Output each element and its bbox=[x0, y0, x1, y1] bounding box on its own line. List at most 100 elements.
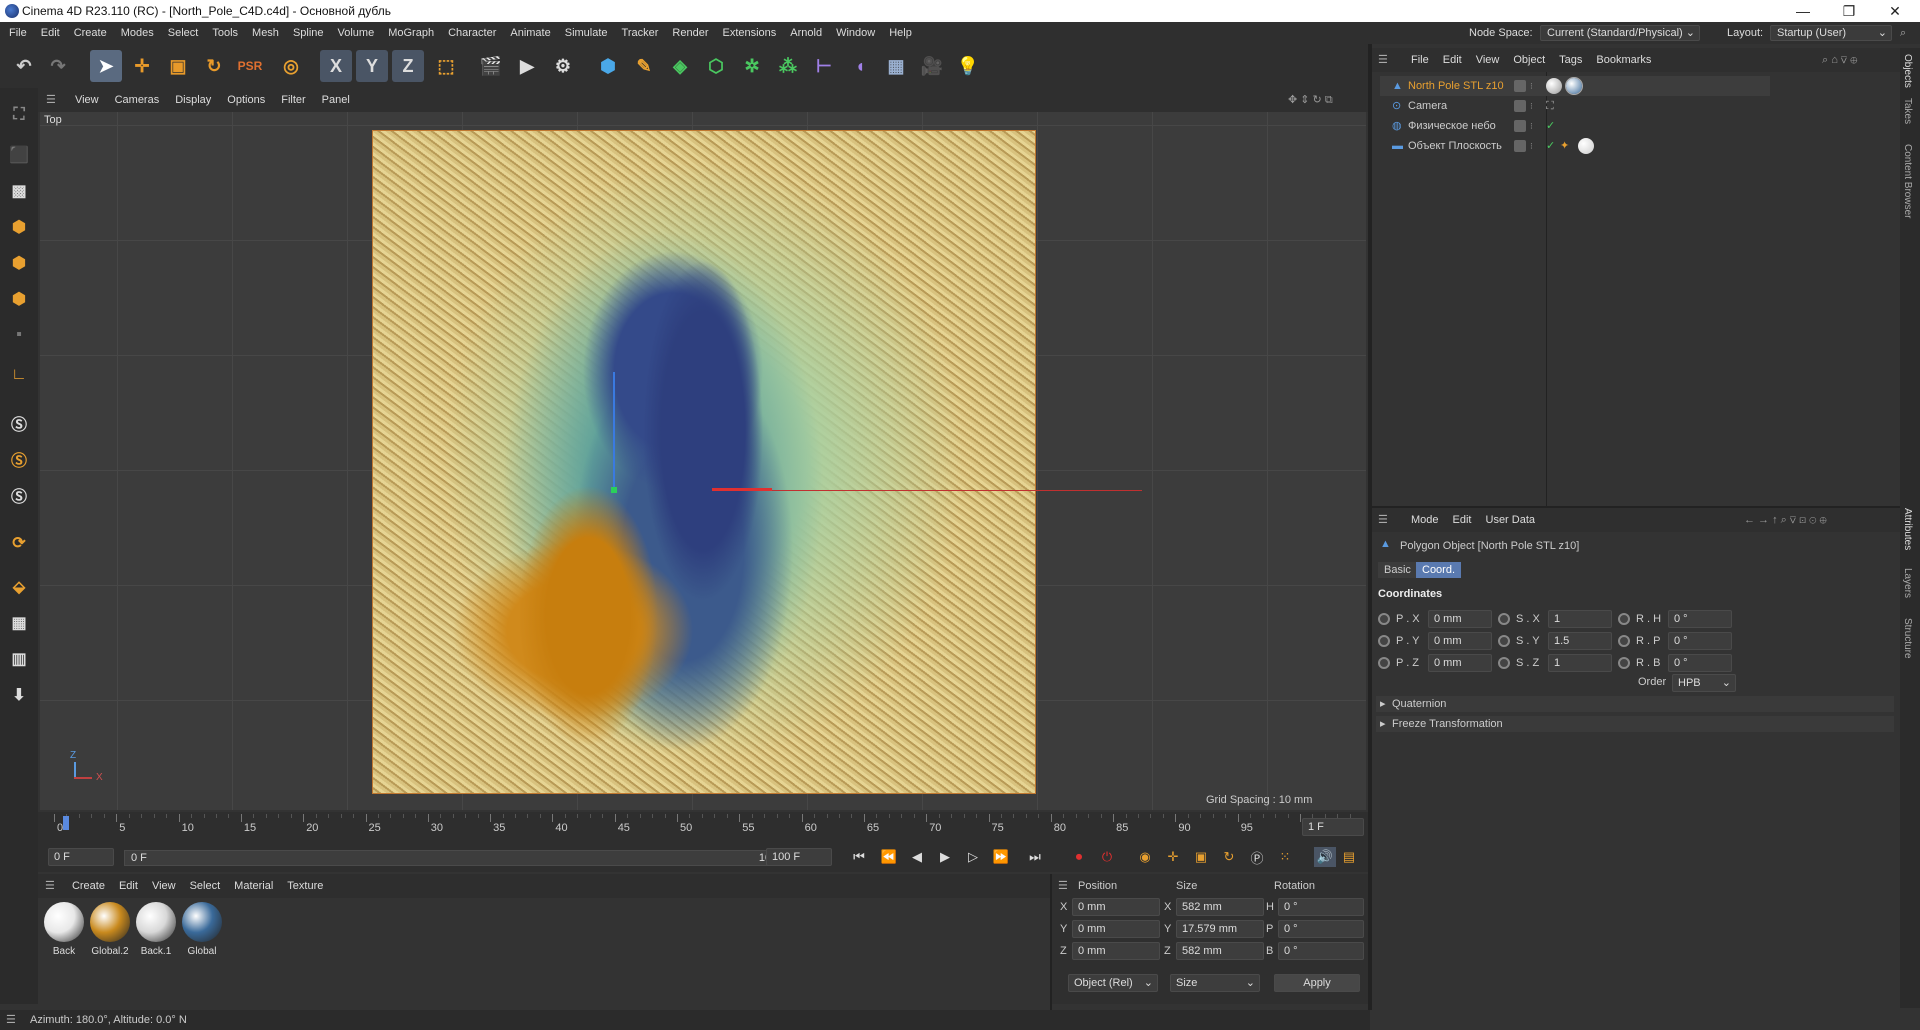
record-active-objects-icon[interactable]: ⏺ bbox=[1068, 847, 1090, 867]
extrude-icon[interactable]: ⬡ bbox=[700, 50, 732, 82]
minimize-button[interactable]: — bbox=[1780, 0, 1826, 22]
workplane-snap-icon[interactable]: Ⓢ bbox=[4, 480, 34, 510]
record-position-icon[interactable]: ✛ bbox=[1162, 847, 1184, 867]
coordinate-value-field[interactable]: 0 ° bbox=[1668, 610, 1732, 628]
animation-keyframe-radio[interactable] bbox=[1498, 613, 1510, 625]
maximize-button[interactable]: ❐ bbox=[1826, 0, 1872, 22]
next-key-icon[interactable]: ⏩ bbox=[990, 847, 1012, 867]
hamburger-icon[interactable]: ☰ bbox=[38, 874, 62, 898]
visibility-dots-icon[interactable]: ⁝ bbox=[1530, 76, 1533, 96]
coordinate-value-field[interactable]: 1 bbox=[1548, 610, 1612, 628]
visibility-dots-icon[interactable]: ⁝ bbox=[1530, 136, 1533, 156]
timeline-ruler[interactable]: 0510152025303540455055606570758085909510… bbox=[38, 812, 1368, 842]
coordinate-value-field[interactable]: 0 ° bbox=[1668, 632, 1732, 650]
north-pole-terrain-mesh[interactable] bbox=[372, 130, 1036, 794]
hamburger-icon[interactable]: ☰ bbox=[6, 1010, 16, 1030]
undo-icon[interactable]: ↶ bbox=[8, 50, 40, 82]
object-menu-object[interactable]: Object bbox=[1506, 48, 1552, 72]
material-tag-icon[interactable] bbox=[1546, 78, 1562, 94]
menu-file[interactable]: File bbox=[2, 22, 34, 44]
move-icon[interactable]: ✛ bbox=[126, 50, 158, 82]
menu-tools[interactable]: Tools bbox=[205, 22, 245, 44]
autokeying-icon[interactable]: ⏻ bbox=[1096, 847, 1118, 867]
size-field[interactable]: 17.579 mm bbox=[1176, 920, 1264, 938]
visibility-dots-icon[interactable]: ⁝ bbox=[1530, 96, 1533, 116]
edit-flag-icon[interactable] bbox=[1514, 80, 1526, 92]
object-menu-tags[interactable]: Tags bbox=[1552, 48, 1589, 72]
render-view-icon[interactable]: 🎬 bbox=[475, 50, 507, 82]
animation-keyframe-radio[interactable] bbox=[1618, 657, 1630, 669]
timeline-window-icon[interactable]: ▤ bbox=[1338, 847, 1360, 867]
viewport-navigation-icons[interactable]: ✥ ⇕ ↻ ⧉ bbox=[1288, 88, 1333, 112]
hamburger-icon[interactable]: ☰ bbox=[1058, 879, 1068, 892]
menu-window[interactable]: Window bbox=[829, 22, 882, 44]
locked-workplane-icon[interactable]: ▥ bbox=[4, 644, 34, 674]
material-menu-edit[interactable]: Edit bbox=[112, 874, 145, 898]
object-name[interactable]: Физическое небо bbox=[1408, 116, 1496, 136]
edit-flag-icon[interactable] bbox=[1514, 100, 1526, 112]
keyframe-selection-icon[interactable]: ◉ bbox=[1134, 847, 1156, 867]
tweak-mode-icon[interactable]: ⟳ bbox=[4, 528, 34, 558]
uv-mode-icon[interactable]: ▪ bbox=[4, 320, 34, 350]
object-row[interactable]: ▲ North Pole STL z10 ⁝ bbox=[1380, 76, 1770, 96]
edges-mode-icon[interactable]: ⬢ bbox=[4, 248, 34, 278]
object-menu-file[interactable]: File bbox=[1404, 48, 1436, 72]
texture-mode-icon[interactable]: ▩ bbox=[4, 176, 34, 206]
attribute-menu-edit[interactable]: Edit bbox=[1446, 508, 1479, 532]
previous-frame-icon[interactable]: ◀ bbox=[906, 847, 928, 867]
menu-simulate[interactable]: Simulate bbox=[558, 22, 615, 44]
floor-icon[interactable]: ▦ bbox=[880, 50, 912, 82]
size-mode-select[interactable]: Size ⌄ bbox=[1170, 974, 1260, 992]
right-tab-content-browser[interactable]: Content Browser bbox=[1902, 144, 1913, 218]
rotation-order-select[interactable]: HPB ⌄ bbox=[1672, 674, 1736, 692]
go-to-end-icon[interactable]: ⏭ bbox=[1024, 847, 1046, 867]
menu-modes[interactable]: Modes bbox=[114, 22, 161, 44]
scale-icon[interactable]: ▣ bbox=[162, 50, 194, 82]
node-space-select[interactable]: Current (Standard/Physical) ⌄ bbox=[1540, 25, 1700, 41]
coordinate-value-field[interactable]: 0 mm bbox=[1428, 654, 1492, 672]
points-mode-icon[interactable]: ⬢ bbox=[4, 212, 34, 242]
menu-arnold[interactable]: Arnold bbox=[783, 22, 829, 44]
menu-spline[interactable]: Spline bbox=[286, 22, 331, 44]
axis-mode-icon[interactable]: ∟ bbox=[4, 360, 34, 390]
material-menu-select[interactable]: Select bbox=[183, 874, 228, 898]
frame-range-slider[interactable]: 0 F 100 F bbox=[124, 850, 794, 866]
record-scale-icon[interactable]: ▣ bbox=[1190, 847, 1212, 867]
layout-select[interactable]: Startup (User) ⌄ bbox=[1770, 25, 1892, 41]
viewport-menu-view[interactable]: View bbox=[67, 88, 107, 112]
object-manager-tool-icons[interactable]: ⌕ ⌂ ⊽ ⊕ bbox=[1822, 48, 1857, 72]
current-frame-field[interactable]: 1 F bbox=[1302, 818, 1364, 836]
polygons-mode-icon[interactable]: ⬢ bbox=[4, 284, 34, 314]
cloner-icon[interactable]: ✲ bbox=[736, 50, 768, 82]
viewport-menu-cameras[interactable]: Cameras bbox=[107, 88, 168, 112]
start-frame-field[interactable]: 0 F bbox=[48, 848, 114, 866]
tab-basic[interactable]: Basic bbox=[1378, 562, 1417, 578]
position-field[interactable]: 0 mm bbox=[1072, 920, 1160, 938]
y-axis-lock-button[interactable]: Y bbox=[356, 50, 388, 82]
material-menu-view[interactable]: View bbox=[145, 874, 183, 898]
right-tab-takes[interactable]: Takes bbox=[1902, 98, 1913, 124]
previous-key-icon[interactable]: ⏪ bbox=[878, 847, 900, 867]
object-origin-handle[interactable] bbox=[611, 487, 617, 493]
hamburger-icon[interactable]: ☰ bbox=[38, 88, 64, 112]
solo-icon[interactable]: ⬇ bbox=[4, 680, 34, 710]
material-tag-icon[interactable] bbox=[1565, 77, 1583, 95]
light-icon[interactable]: 💡 bbox=[952, 50, 984, 82]
next-frame-icon[interactable]: ▷ bbox=[962, 847, 984, 867]
viewport-menu-panel[interactable]: Panel bbox=[314, 88, 358, 112]
object-row[interactable]: ▬ Объект Плоскость ⁝ ✓ ✦ bbox=[1380, 136, 1770, 156]
animation-keyframe-radio[interactable] bbox=[1378, 657, 1390, 669]
mograph-icon[interactable]: ⁂ bbox=[772, 50, 804, 82]
end-frame-field[interactable]: 100 F bbox=[766, 848, 832, 866]
check-icon[interactable]: ✓ bbox=[1546, 136, 1555, 156]
right-tab-structure[interactable]: Structure bbox=[1902, 618, 1913, 659]
menu-mesh[interactable]: Mesh bbox=[245, 22, 286, 44]
x-axis-handle[interactable] bbox=[712, 488, 772, 491]
quaternion-group[interactable]: ▸ Quaternion bbox=[1376, 696, 1894, 712]
coordinate-system-icon[interactable]: ⬚ bbox=[430, 50, 462, 82]
camera-tag-icon[interactable]: ⛶ bbox=[1546, 96, 1554, 116]
menu-animate[interactable]: Animate bbox=[503, 22, 557, 44]
hamburger-icon[interactable]: ☰ bbox=[1378, 48, 1388, 72]
viewport-top[interactable]: Top Z X Grid Spacing : 10 mm bbox=[40, 112, 1366, 810]
menu-create[interactable]: Create bbox=[67, 22, 114, 44]
